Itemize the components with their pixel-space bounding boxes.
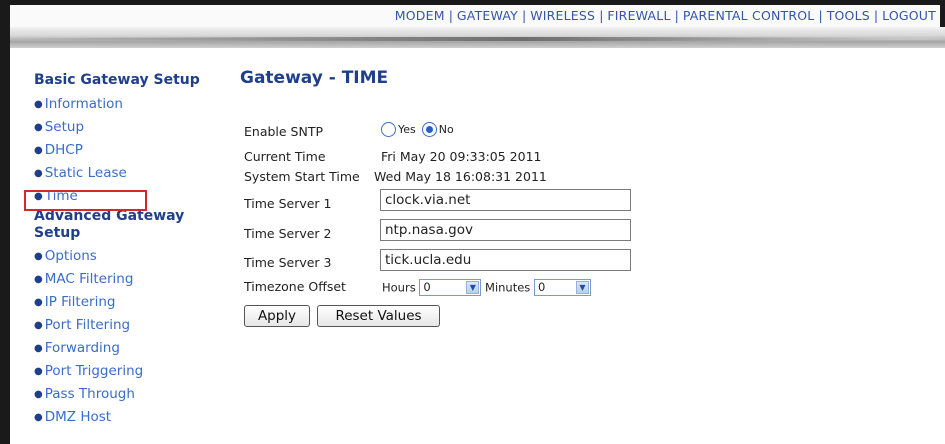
minutes-select[interactable]: 0 ▼: [533, 279, 591, 296]
sidebar-item-label[interactable]: Static Lease: [45, 165, 127, 181]
timezone-offset-controls: Hours 0 ▼ Minutes 0 ▼: [382, 279, 591, 296]
sntp-yes-radio[interactable]: [381, 122, 396, 137]
time-server-2-label: Time Server 2: [244, 226, 332, 241]
enable-sntp-label: Enable SNTP: [244, 124, 324, 139]
sntp-no-radio[interactable]: [421, 122, 437, 137]
sidebar-item-setup[interactable]: ● Setup: [34, 116, 224, 139]
sidebar-item-pass-through[interactable]: ● Pass Through: [34, 383, 224, 406]
sidebar-item-mac-filtering[interactable]: ● MAC Filtering: [34, 268, 224, 291]
sidebar-item-port-triggering[interactable]: ● Port Triggering: [34, 360, 224, 383]
nav-separator: |: [522, 8, 527, 23]
nav-separator: |: [599, 8, 604, 23]
sidebar-item-label[interactable]: Port Filtering: [45, 317, 130, 333]
nav-tools[interactable]: TOOLS: [827, 8, 870, 23]
hours-select[interactable]: 0 ▼: [419, 279, 482, 296]
bullet-icon: ●: [34, 366, 43, 377]
time-server-2-input[interactable]: ntp.nasa.gov: [380, 219, 631, 241]
sidebar-item-options[interactable]: ● Options: [34, 245, 224, 268]
sidebar-item-static-lease[interactable]: ● Static Lease: [34, 162, 224, 185]
bullet-icon: ●: [34, 297, 43, 308]
bullet-icon: ●: [34, 99, 43, 110]
sidebar: Basic Gateway Setup ● Information ● Setup …: [34, 72, 224, 429]
sidebar-item-ip-filtering[interactable]: ● IP Filtering: [34, 291, 224, 314]
time-server-3-input[interactable]: tick.ucla.edu: [380, 249, 631, 271]
sntp-yes-label: Yes: [398, 123, 416, 136]
system-start-time-label: System Start Time: [244, 169, 360, 184]
highlight-annotation-box: [24, 190, 147, 211]
bullet-icon: ●: [34, 343, 43, 354]
nav-wireless[interactable]: WIRELESS: [530, 8, 595, 23]
heading-line: Setup: [34, 225, 81, 241]
nav-separator: |: [674, 8, 679, 23]
sidebar-heading-advanced: Advanced Gateway Setup: [34, 208, 224, 242]
nav-logout[interactable]: LOGOUT: [882, 8, 936, 23]
sidebar-item-label[interactable]: DHCP: [45, 142, 83, 158]
sidebar-item-port-filtering[interactable]: ● Port Filtering: [34, 314, 224, 337]
page-title: Gateway - TIME: [240, 68, 389, 88]
enable-sntp-options: Yes No: [381, 121, 460, 137]
sidebar-item-label[interactable]: Pass Through: [45, 386, 135, 402]
bullet-icon: ●: [34, 145, 43, 156]
sidebar-item-label[interactable]: Setup: [45, 119, 84, 135]
bullet-icon: ●: [34, 168, 43, 179]
banner-swoosh: [10, 37, 945, 41]
apply-button[interactable]: Apply: [244, 305, 310, 327]
current-time-value: Fri May 20 09:33:05 2011: [381, 149, 542, 164]
current-time-label: Current Time: [244, 149, 326, 164]
sntp-no-label: No: [438, 123, 454, 136]
window-frame-left: [0, 0, 10, 444]
time-server-3-label: Time Server 3: [244, 255, 332, 270]
bullet-icon: ●: [34, 122, 43, 133]
sidebar-item-forwarding[interactable]: ● Forwarding: [34, 337, 224, 360]
sidebar-item-label[interactable]: Forwarding: [45, 340, 120, 356]
timezone-offset-label: Timezone Offset: [244, 279, 346, 294]
sidebar-item-label[interactable]: MAC Filtering: [45, 271, 134, 287]
bullet-icon: ●: [34, 412, 43, 423]
chevron-down-icon[interactable]: ▼: [575, 281, 589, 294]
hours-label: Hours: [382, 280, 416, 295]
sidebar-item-information[interactable]: ● Information: [34, 93, 224, 116]
sidebar-item-label[interactable]: Options: [45, 248, 97, 264]
nav-modem[interactable]: MODEM: [395, 8, 445, 23]
bullet-icon: ●: [34, 274, 43, 285]
time-server-1-label: Time Server 1: [244, 196, 332, 211]
nav-separator: |: [448, 8, 453, 23]
minutes-label: Minutes: [485, 280, 531, 295]
sidebar-item-label[interactable]: Port Triggering: [45, 363, 144, 379]
nav-parental-control[interactable]: PARENTAL CONTROL: [683, 8, 815, 23]
sidebar-item-dmz-host[interactable]: ● DMZ Host: [34, 406, 224, 429]
minutes-value: 0: [537, 280, 546, 294]
top-navigation: MODEM | GATEWAY | WIRELESS | FIREWALL | PARENTAL…: [10, 5, 940, 27]
chevron-down-icon[interactable]: ▼: [466, 281, 480, 294]
hours-value: 0: [423, 280, 431, 294]
nav-firewall[interactable]: FIREWALL: [607, 8, 670, 23]
sidebar-item-dhcp[interactable]: ● DHCP: [34, 139, 224, 162]
bullet-icon: ●: [34, 251, 43, 262]
bullet-icon: ●: [34, 389, 43, 400]
reset-values-button[interactable]: Reset Values: [317, 305, 440, 327]
nav-separator: |: [873, 8, 879, 23]
bullet-icon: ●: [34, 320, 43, 331]
nav-gateway[interactable]: GATEWAY: [457, 8, 518, 23]
system-start-time-value: Wed May 18 16:08:31 2011: [374, 169, 547, 184]
sidebar-item-label[interactable]: DMZ Host: [45, 409, 111, 425]
nav-separator: |: [818, 8, 823, 23]
sidebar-item-label[interactable]: Information: [45, 96, 123, 112]
sidebar-item-label[interactable]: IP Filtering: [45, 294, 116, 310]
sidebar-heading-basic: Basic Gateway Setup: [34, 72, 200, 88]
time-server-1-input[interactable]: clock.via.net: [380, 189, 631, 211]
